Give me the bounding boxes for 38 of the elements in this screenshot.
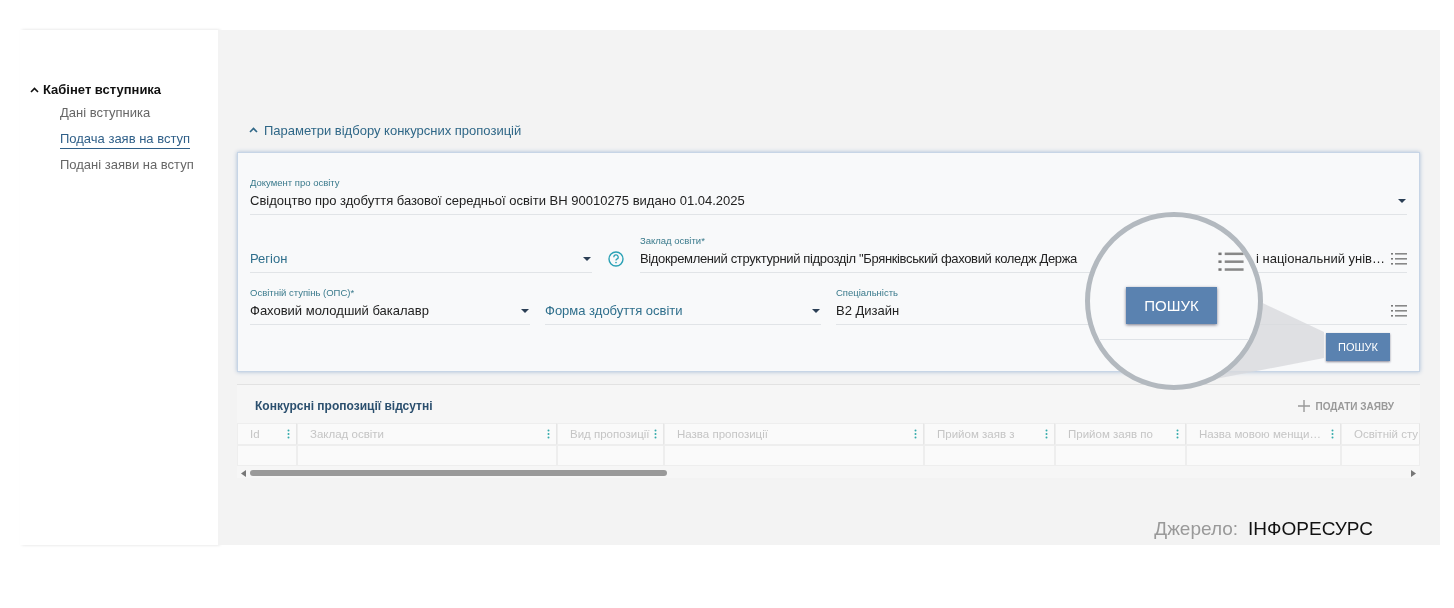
field-label: Документ про освіту: [250, 177, 341, 188]
plus-icon: [1297, 400, 1310, 412]
source-name: ІНФОРЕСУРС: [1248, 518, 1373, 540]
region-select[interactable]: Регіон: [250, 251, 582, 266]
sidebar-link[interactable]: Дані вступника: [60, 105, 151, 123]
field-label: Заклад освіти*: [640, 235, 706, 246]
caret-icon[interactable]: [1397, 197, 1407, 204]
list-icon: [1218, 251, 1244, 273]
sidebar-link[interactable]: Подані заяви на вступ: [60, 157, 194, 175]
column-menu-icon[interactable]: [287, 429, 290, 439]
scroll-left-icon[interactable]: [241, 469, 246, 477]
search-button[interactable]: ПОШУК: [1126, 287, 1217, 324]
column-menu-icon[interactable]: [1176, 429, 1179, 439]
list-icon[interactable]: [1391, 303, 1407, 318]
scroll-right-icon[interactable]: [1411, 469, 1416, 477]
sidebar-link[interactable]: Подача заяв на вступ: [60, 131, 191, 149]
field-label: Спеціальність: [836, 287, 900, 298]
section-title[interactable]: Параметри відбору конкурсних пропозицій: [264, 122, 522, 138]
results-title: Конкурсні пропозиції відсутні: [255, 399, 433, 413]
caret-icon[interactable]: [811, 307, 821, 314]
document-select[interactable]: Свідоцтво про здобуття базової середньої освіти ВН 90010275 видано 01.04.2025: [250, 191, 1407, 215]
column-menu-icon[interactable]: [654, 429, 657, 439]
add-application-button[interactable]: ПОДАТИ ЗАЯВУ: [1291, 399, 1400, 413]
source-label: Джерело:: [1154, 518, 1239, 540]
study-form-select[interactable]: Форма здобуття освіти: [545, 303, 811, 318]
column-menu-icon[interactable]: [1331, 429, 1334, 439]
field-label: Освітній ступінь (ОПС)*: [250, 287, 356, 298]
column-menu-icon[interactable]: [914, 429, 917, 439]
column-menu-icon[interactable]: [1045, 429, 1048, 439]
column-menu-icon[interactable]: [547, 429, 550, 439]
list-icon[interactable]: [1391, 251, 1407, 266]
help-icon[interactable]: [608, 251, 624, 267]
chevron-icon[interactable]: [30, 86, 39, 93]
search-button[interactable]: ПОШУК: [1326, 333, 1390, 361]
caret-icon[interactable]: [520, 307, 530, 314]
sidebar-title[interactable]: Кабінет вступника: [43, 82, 162, 97]
degree-select[interactable]: Фаховий молодший бакалавр: [250, 301, 530, 325]
caret-icon[interactable]: [582, 255, 592, 262]
